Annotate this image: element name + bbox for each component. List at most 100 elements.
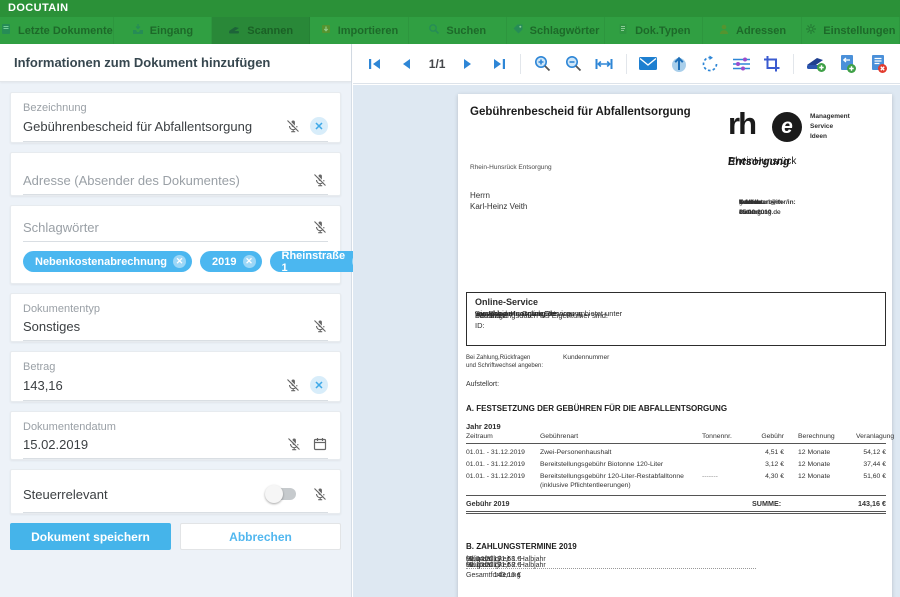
dokumententyp-input[interactable]: Sonstiges xyxy=(23,319,302,334)
tab-label: Schlagwörter xyxy=(530,25,600,37)
fees-table-header: Zeitraum Gebührenart Tonnennr. Gebühr Be… xyxy=(466,433,886,444)
adresse-input[interactable]: Adresse (Absender des Dokumentes) xyxy=(23,173,302,188)
mic-off-icon[interactable] xyxy=(286,436,302,452)
fees-table-row: 01.01. - 31.12.2019 Bereitstellungsgebüh… xyxy=(466,473,886,490)
bezeichnung-label: Bezeichnung xyxy=(23,100,328,114)
chip-label: Rheinstraße 1 xyxy=(282,250,347,274)
tab-scannen[interactable]: Scannen xyxy=(212,17,310,44)
next-page-button[interactable] xyxy=(455,51,480,76)
tab-letzte-dokumente[interactable]: Letzte Dokumente xyxy=(0,17,114,44)
fit-width-button[interactable] xyxy=(592,51,617,76)
form-cards: Bezeichnung Gebührenbescheid für Abfalle… xyxy=(0,83,351,597)
remove-chip-icon[interactable]: ✕ xyxy=(243,255,256,268)
aufstellort-label: Aufstellort: xyxy=(466,381,499,388)
add-scan-button[interactable] xyxy=(803,51,828,76)
first-page-button[interactable] xyxy=(363,51,388,76)
fees-table-total: Gebühr 2019 SUMME: 143,16 € xyxy=(466,495,886,514)
tab-eingang[interactable]: Eingang xyxy=(114,17,212,44)
mic-off-icon[interactable] xyxy=(312,219,328,235)
dokumententyp-card: Dokumententyp Sonstiges xyxy=(10,293,341,342)
zoom-out-button[interactable] xyxy=(561,51,586,76)
year-label: Jahr 2019 xyxy=(466,422,501,431)
fees-table-row: 01.01. - 31.12.2019 Bereitstellungsgebüh… xyxy=(466,461,886,468)
payment-note: Bei Zahlung,Rückfragen und Schriftwechse… xyxy=(466,354,543,370)
toolbar-separator xyxy=(793,54,794,74)
mic-off-icon[interactable] xyxy=(312,172,328,188)
mic-off-icon[interactable] xyxy=(285,118,301,134)
panel-title: Informationen zum Dokument hinzufügen xyxy=(0,44,351,82)
mic-off-icon[interactable] xyxy=(285,377,301,393)
email-button[interactable] xyxy=(636,51,661,76)
payment-schedule: Hauptfälligkeit 1. Halbjahr fällig am 01… xyxy=(466,556,756,578)
dokumentendatum-input[interactable]: 15.02.2019 xyxy=(23,437,276,452)
tab-label: Dok.Typen xyxy=(635,25,690,37)
mic-off-icon[interactable] xyxy=(312,486,328,502)
crop-button[interactable] xyxy=(759,51,784,76)
tab-adressen[interactable]: Adressen xyxy=(703,17,801,44)
section-b-heading: B. ZAHLUNGSTERMINE 2019 xyxy=(466,542,577,551)
tab-label: Einstellungen xyxy=(823,25,895,37)
zoom-in-button[interactable] xyxy=(530,51,555,76)
tag-icon xyxy=(512,23,524,38)
tab-label: Letzte Dokumente xyxy=(18,25,113,37)
document-page[interactable]: Gebührenbescheid für Abfallentsorgung rh… xyxy=(458,94,892,597)
previous-page-button[interactable] xyxy=(394,51,419,76)
logo-e-mark: e xyxy=(772,112,802,142)
tab-importieren[interactable]: Importieren xyxy=(310,17,408,44)
gear-icon xyxy=(805,23,817,38)
tab-dok-typen[interactable]: Dok.Typen xyxy=(605,17,703,44)
fees-table: Zeitraum Gebührenart Tonnennr. Gebühr Be… xyxy=(466,433,886,514)
steuerrelevant-toggle[interactable] xyxy=(268,488,296,500)
remove-chip-icon[interactable]: ✕ xyxy=(173,255,186,268)
adjustments-button[interactable] xyxy=(729,51,754,76)
steuerrelevant-card: Steuerrelevant xyxy=(10,469,341,514)
bezeichnung-input[interactable]: Gebührenbescheid für Abfallentsorgung xyxy=(23,119,275,134)
logo-tagline: Management xyxy=(810,112,850,121)
online-service-box: Online-Service Die Rhein-Hunsrück Entsor… xyxy=(466,292,886,346)
document-types-icon xyxy=(617,23,629,38)
schlagwoerter-card: Schlagwörter Nebenkostenabrechnung ✕ 201… xyxy=(10,205,341,284)
inbox-icon xyxy=(132,23,144,38)
document-preview-area[interactable]: Gebührenbescheid für Abfallentsorgung rh… xyxy=(353,85,900,597)
cancel-button[interactable]: Abbrechen xyxy=(180,523,341,550)
last-page-button[interactable] xyxy=(486,51,511,76)
rotate-button[interactable] xyxy=(698,51,723,76)
tab-label: Adressen xyxy=(736,25,786,37)
delete-page-button[interactable] xyxy=(865,51,890,76)
betrag-input[interactable]: 143,16 xyxy=(23,378,275,393)
app-title: DOCUTAIN xyxy=(0,0,900,17)
page-indicator: 1/1 xyxy=(429,57,446,71)
save-document-button[interactable]: Dokument speichern xyxy=(10,523,171,550)
chip-label: Nebenkostenabrechnung xyxy=(35,256,167,268)
fees-table-row: 01.01. - 31.12.2019 Zwei-Personenhaushal… xyxy=(466,449,886,456)
logo-tagline: Service xyxy=(810,122,833,131)
bezeichnung-card: Bezeichnung Gebührenbescheid für Abfalle… xyxy=(10,92,341,143)
recipient-block: Herrn Karl-Heinz Veith xyxy=(470,190,527,212)
tab-label: Eingang xyxy=(150,25,193,37)
adresse-card: Adresse (Absender des Dokumentes) xyxy=(10,152,341,196)
doc-title: Gebührenbescheid für Abfallentsorgung xyxy=(470,106,691,118)
tab-einstellungen[interactable]: Einstellungen xyxy=(802,17,900,44)
tab-label: Importieren xyxy=(338,25,399,37)
dokumentendatum-label: Dokumentendatum xyxy=(23,419,328,433)
keyword-chip[interactable]: Nebenkostenabrechnung ✕ xyxy=(23,251,192,272)
document-viewer: 1/1 Gebührenbescheid für Abfallentsorgun… xyxy=(353,44,900,597)
keyword-chips: Nebenkostenabrechnung ✕ 2019 ✕ Rheinstra… xyxy=(23,242,328,283)
rhe-logo: rh e Management Service Ideen RheinHunsr… xyxy=(728,100,886,180)
person-icon xyxy=(718,23,730,38)
clear-bezeichnung-button[interactable]: ✕ xyxy=(310,117,328,135)
sender-line: Rhein-Hunsrück Entsorgung xyxy=(470,164,552,171)
calendar-icon[interactable] xyxy=(312,436,328,452)
upload-button[interactable] xyxy=(667,51,692,76)
add-page-button[interactable] xyxy=(834,51,859,76)
logo-tagline: Ideen xyxy=(810,132,827,141)
mic-off-icon[interactable] xyxy=(312,318,328,334)
scanner-icon xyxy=(228,23,241,38)
keyword-chip[interactable]: 2019 ✕ xyxy=(200,251,261,272)
tab-schlagwoerter[interactable]: Schlagwörter xyxy=(507,17,605,44)
schlagwoerter-input[interactable]: Schlagwörter xyxy=(23,220,302,235)
document-info-panel: Informationen zum Dokument hinzufügen Be… xyxy=(0,44,352,597)
clear-betrag-button[interactable]: ✕ xyxy=(310,376,328,394)
tab-suchen[interactable]: Suchen xyxy=(409,17,507,44)
search-icon xyxy=(428,23,440,38)
